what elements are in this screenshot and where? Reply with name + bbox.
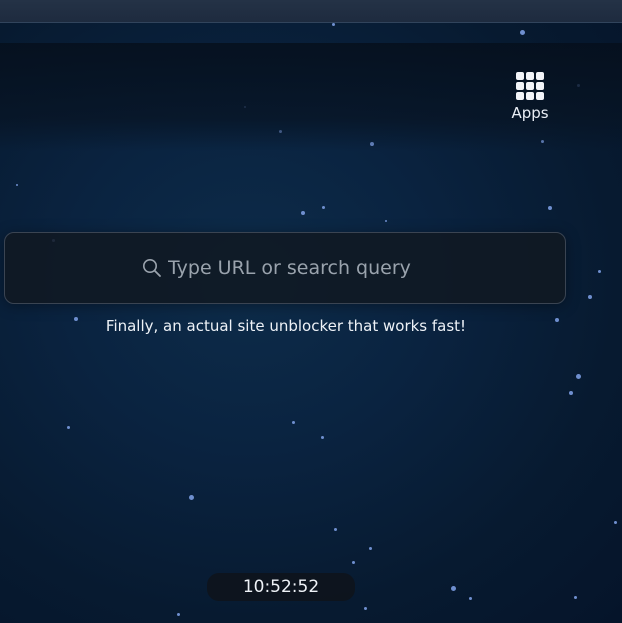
apps-grid-icon xyxy=(516,72,544,100)
star xyxy=(16,184,18,186)
nav-apps-button[interactable]: Apps xyxy=(506,72,554,122)
star xyxy=(322,206,325,209)
page-root: Apps C Finally, an actual site unblocker… xyxy=(0,0,622,623)
star xyxy=(548,206,552,210)
star xyxy=(352,561,355,564)
search-icon xyxy=(143,259,161,277)
browser-top-bar xyxy=(0,0,622,23)
star xyxy=(334,528,337,531)
star xyxy=(301,211,305,215)
star xyxy=(332,23,335,26)
star xyxy=(385,220,387,222)
star xyxy=(189,495,194,500)
nav-item-clipped[interactable]: C xyxy=(612,104,622,122)
star xyxy=(598,270,601,273)
star xyxy=(520,30,525,35)
star xyxy=(451,586,456,591)
search-bar[interactable] xyxy=(4,232,566,304)
star xyxy=(569,391,573,395)
star xyxy=(369,547,372,550)
star xyxy=(576,374,581,379)
star xyxy=(177,613,180,616)
star xyxy=(364,607,367,610)
nav-apps-label: Apps xyxy=(511,104,549,122)
star xyxy=(574,596,577,599)
star xyxy=(292,421,295,424)
tagline-text: Finally, an actual site unblocker that w… xyxy=(105,317,467,335)
search-input[interactable] xyxy=(168,257,428,279)
search-inner xyxy=(142,257,428,279)
star xyxy=(469,597,472,600)
star xyxy=(67,426,70,429)
star xyxy=(614,521,617,524)
clock-display: 10:52:52 xyxy=(207,573,355,601)
nav-clipped-label: C xyxy=(612,104,622,122)
star xyxy=(588,295,592,299)
star xyxy=(321,436,324,439)
